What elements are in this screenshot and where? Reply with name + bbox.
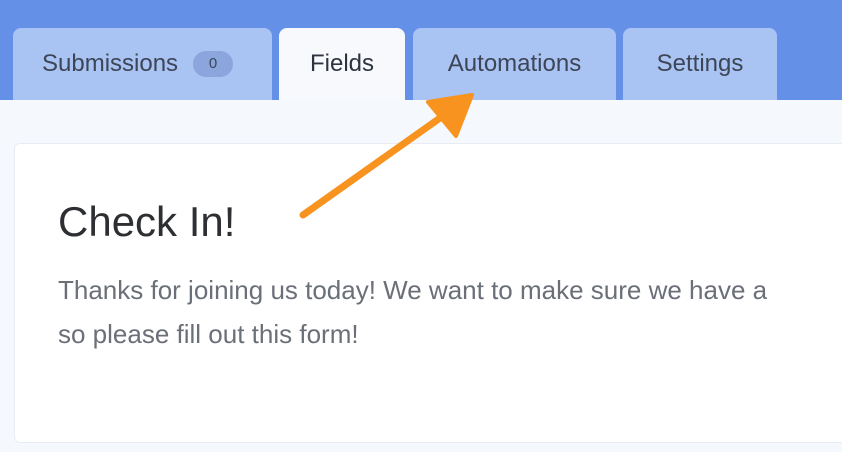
- form-title: Check In!: [58, 198, 236, 245]
- submissions-count-badge: 0: [193, 51, 234, 77]
- tab-automations[interactable]: Automations: [413, 28, 616, 100]
- tab-automations-label: Automations: [447, 50, 582, 77]
- tab-fields[interactable]: Fields: [279, 28, 405, 100]
- tab-submissions-label: Submissions: [42, 50, 179, 77]
- form-description: Thanks for joining us today! We want to …: [58, 268, 842, 356]
- tab-submissions[interactable]: Submissions 0: [13, 28, 272, 100]
- tab-settings-label: Settings: [656, 50, 744, 77]
- form-description-line-2: so please fill out this form!: [58, 319, 359, 349]
- tab-fields-label: Fields: [309, 50, 375, 77]
- tab-bar: Submissions 0 Fields Automations Setting…: [0, 0, 842, 100]
- tab-settings[interactable]: Settings: [623, 28, 777, 100]
- form-description-line-1: Thanks for joining us today! We want to …: [58, 275, 768, 305]
